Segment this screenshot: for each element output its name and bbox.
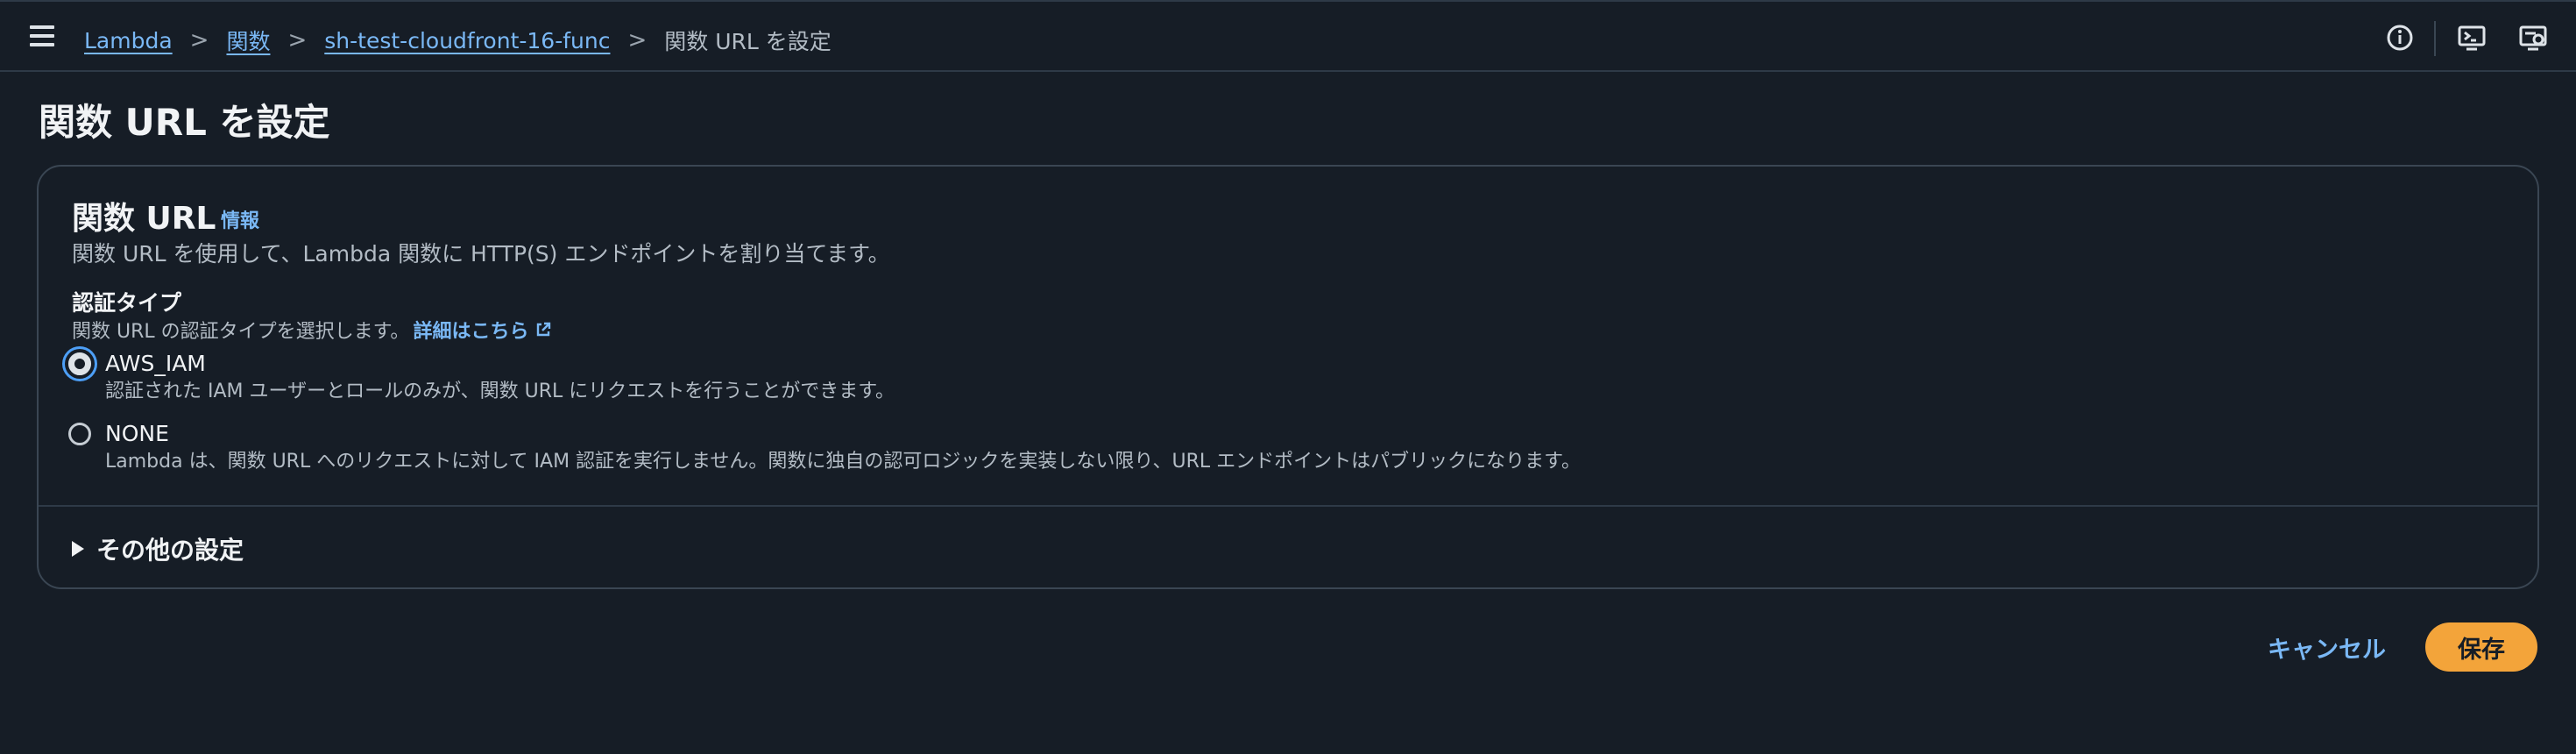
additional-settings-toggle[interactable]: その他の設定	[72, 531, 244, 566]
breadcrumb-functions[interactable]: 関数	[226, 25, 270, 56]
save-button[interactable]: 保存	[2425, 622, 2537, 672]
page-title: 関数 URL を設定	[39, 101, 330, 144]
preferences-icon[interactable]	[2518, 23, 2548, 53]
auth-option-none[interactable]: NONE Lambda は、関数 URL へのリクエストに対して IAM 認証を…	[68, 419, 1581, 475]
breadcrumb-separator: >	[189, 27, 209, 53]
breadcrumb-current: 関数 URL を設定	[664, 29, 832, 54]
breadcrumb-separator: >	[627, 27, 648, 53]
none-label: NONE	[105, 421, 169, 446]
auth-option-aws-iam[interactable]: AWS_IAM 認証された IAM ユーザーとロールのみが、関数 URL にリク…	[68, 349, 895, 405]
external-link-icon	[537, 322, 551, 337]
breadcrumb: Lambda > 関数 > sh-test-cloudfront-16-func…	[84, 25, 832, 56]
none-radio[interactable]	[68, 423, 91, 445]
additional-settings-label: その他の設定	[96, 536, 244, 565]
info-circle-icon[interactable]	[2385, 23, 2415, 53]
auth-type-description: 関数 URL の認証タイプを選択します。 詳細はこちら	[72, 316, 551, 344]
hamburger-menu-icon[interactable]	[30, 25, 54, 46]
breadcrumb-separator: >	[287, 27, 308, 53]
aws-iam-label: AWS_IAM	[105, 351, 206, 376]
breadcrumb-function-name[interactable]: sh-test-cloudfront-16-func	[324, 28, 610, 53]
panel-description: 関数 URL を使用して、Lambda 関数に HTTP(S) エンドポイントを…	[72, 241, 890, 267]
aws-iam-description: 認証された IAM ユーザーとロールのみが、関数 URL にリクエストを行うこと…	[105, 381, 895, 402]
learn-more-label: 詳細はこちら	[413, 321, 529, 343]
none-description: Lambda は、関数 URL へのリクエストに対して IAM 認証を実行しませ…	[105, 451, 1581, 473]
panel-title: 関数 URL	[72, 201, 216, 237]
cloudshell-icon[interactable]	[2457, 23, 2487, 53]
auth-type-label: 認証タイプ	[72, 290, 182, 316]
header-divider	[2434, 21, 2436, 56]
function-url-panel: 関数 URL 情報 関数 URL を使用して、Lambda 関数に HTTP(S…	[37, 165, 2539, 589]
cancel-button[interactable]: キャンセル	[2252, 622, 2402, 672]
learn-more-link[interactable]: 詳細はこちら	[413, 316, 551, 344]
breadcrumb-lambda[interactable]: Lambda	[84, 28, 173, 53]
caret-right-icon	[72, 541, 84, 557]
panel-divider	[39, 505, 2537, 507]
auth-type-description-text: 関数 URL の認証タイプを選択します。	[72, 321, 410, 343]
aws-iam-radio[interactable]	[68, 352, 91, 375]
top-navigation-bar: Lambda > 関数 > sh-test-cloudfront-16-func…	[0, 0, 2576, 72]
info-link[interactable]: 情報	[221, 205, 259, 233]
